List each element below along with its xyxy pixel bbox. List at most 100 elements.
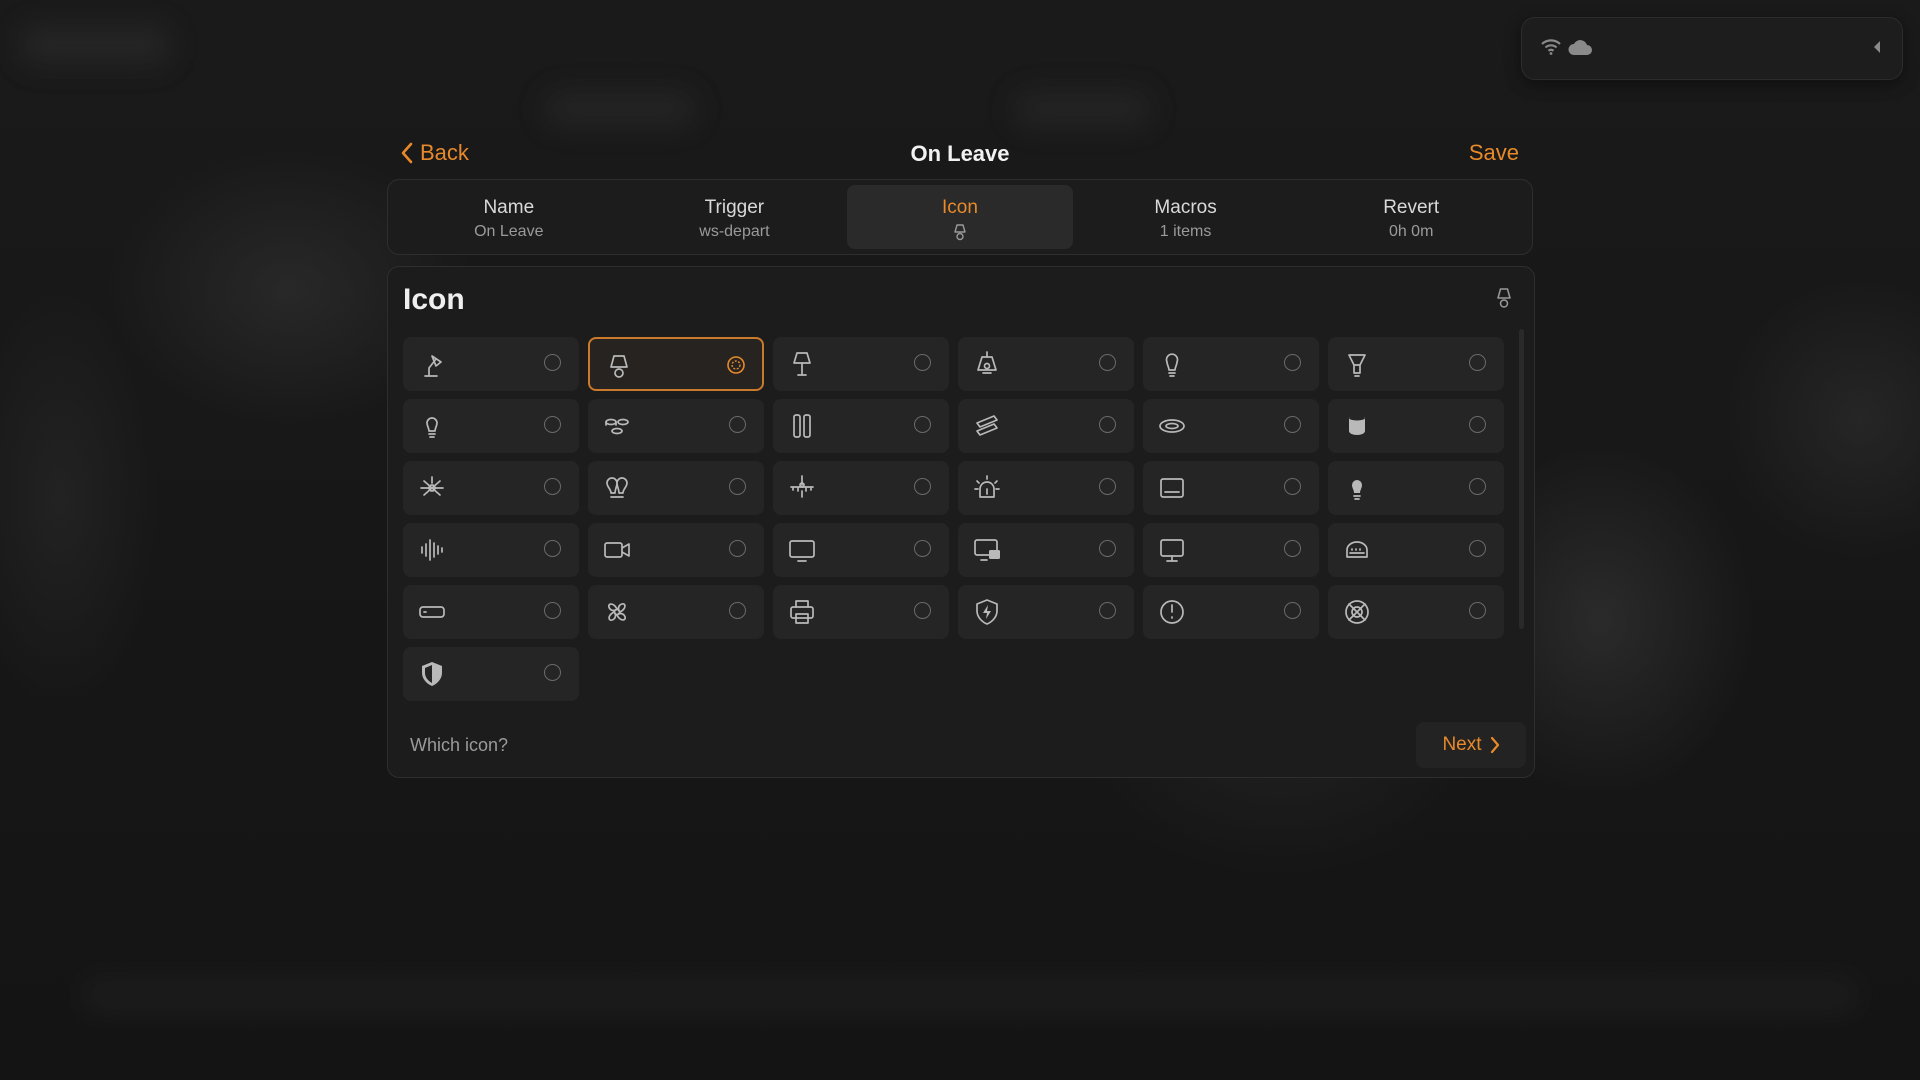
icon-option[interactable] [588,523,764,577]
icon-option[interactable] [958,523,1134,577]
tab-value: 1 items [1159,223,1212,240]
icon-option[interactable] [773,585,949,639]
icon-option[interactable] [1328,399,1504,453]
background-blur [20,25,170,65]
lamp-icon [604,351,634,381]
background-blur [1015,92,1150,126]
radio-button[interactable] [1099,602,1116,619]
icon-option[interactable] [403,585,579,639]
ceiling-fan-light-icon [417,473,447,503]
scrollbar[interactable] [1519,329,1524,629]
tab-name[interactable]: Name On Leave [396,185,622,249]
radio-button[interactable] [914,478,931,495]
tab-label: Name [483,197,535,218]
radio-button[interactable] [544,354,561,371]
soundbar-icon [417,597,447,627]
radio-button[interactable] [1099,354,1116,371]
icon-option[interactable] [1143,399,1319,453]
radio-button[interactable] [544,478,561,495]
radio-button[interactable] [1284,602,1301,619]
radio-button[interactable] [914,602,931,619]
icon-option[interactable] [403,399,579,453]
radio-button[interactable] [914,416,931,433]
fan-icon [602,597,632,627]
tab-value [847,223,1073,246]
printer-icon [787,597,817,627]
icon-option[interactable] [773,523,949,577]
radio-button[interactable] [1099,416,1116,433]
icon-option[interactable] [1143,523,1319,577]
icon-option[interactable] [403,647,579,701]
tab-trigger[interactable]: Trigger ws-depart [622,185,848,249]
security-bolt-icon [972,597,1002,627]
next-label: Next [1442,734,1482,755]
radio-button[interactable] [544,664,561,681]
icon-option[interactable] [1328,337,1504,391]
panel-title: Icon [403,283,465,316]
radio-button[interactable] [1469,416,1486,433]
icon-option[interactable] [1328,585,1504,639]
bulb-icon [417,411,447,441]
icon-option[interactable] [1328,461,1504,515]
radio-button[interactable] [914,540,931,557]
icon-option[interactable] [403,337,579,391]
desktop-combo-icon [972,535,1002,565]
radio-button[interactable] [729,602,746,619]
radio-button[interactable] [729,540,746,557]
icon-option[interactable] [403,461,579,515]
radio-button[interactable] [1284,354,1301,371]
icon-option[interactable] [958,337,1134,391]
radio-button[interactable] [1099,478,1116,495]
radio-button[interactable] [1284,478,1301,495]
radio-button[interactable] [1469,354,1486,371]
icon-option[interactable] [1143,337,1319,391]
radio-button[interactable] [1284,416,1301,433]
icon-option[interactable] [773,461,949,515]
lamp-icon [954,224,966,241]
radio-button[interactable] [729,416,746,433]
radio-button[interactable] [914,354,931,371]
radio-button[interactable] [544,416,561,433]
tab-label: Trigger [704,197,765,218]
collapse-arrow-icon[interactable] [1872,40,1882,59]
radio-button[interactable] [1469,602,1486,619]
radio-button[interactable] [1099,540,1116,557]
icon-option[interactable] [588,399,764,453]
light-strip-icon [972,411,1002,441]
radio-button[interactable] [1469,540,1486,557]
tab-value: ws-depart [699,223,770,240]
icon-option[interactable] [403,523,579,577]
radio-button[interactable] [544,602,561,619]
icon-option[interactable] [1328,523,1504,577]
radio-button[interactable] [1469,478,1486,495]
next-button[interactable]: Next [1416,722,1526,768]
status-bar [1521,17,1903,80]
soundwave-icon [417,535,447,565]
radio-button[interactable] [544,540,561,557]
radio-button[interactable] [1284,540,1301,557]
cloud-icon [1567,38,1593,61]
chevron-right-icon [1490,736,1499,754]
tab-macros[interactable]: Macros 1 items [1073,185,1299,249]
radio-selected[interactable] [727,356,745,374]
save-button[interactable]: Save [1469,140,1519,166]
router-icon [1342,535,1372,565]
tab-label: Revert [1383,197,1440,218]
icon-option[interactable] [1143,461,1319,515]
hint-text: Which icon? [410,735,509,755]
tab-icon[interactable]: Icon [847,185,1073,249]
radio-button[interactable] [729,478,746,495]
editor-header: Back On Leave Save [390,130,1530,174]
icon-option[interactable] [773,337,949,391]
icon-option[interactable] [773,399,949,453]
recessed-light-icon [1157,411,1187,441]
icon-option[interactable] [958,585,1134,639]
icon-option[interactable] [588,337,764,391]
icon-option[interactable] [588,585,764,639]
icon-option[interactable] [958,399,1134,453]
icon-option[interactable] [588,461,764,515]
monitor-icon [1157,535,1187,565]
icon-option[interactable] [1143,585,1319,639]
icon-option[interactable] [958,461,1134,515]
tab-revert[interactable]: Revert 0h 0m [1298,185,1524,249]
